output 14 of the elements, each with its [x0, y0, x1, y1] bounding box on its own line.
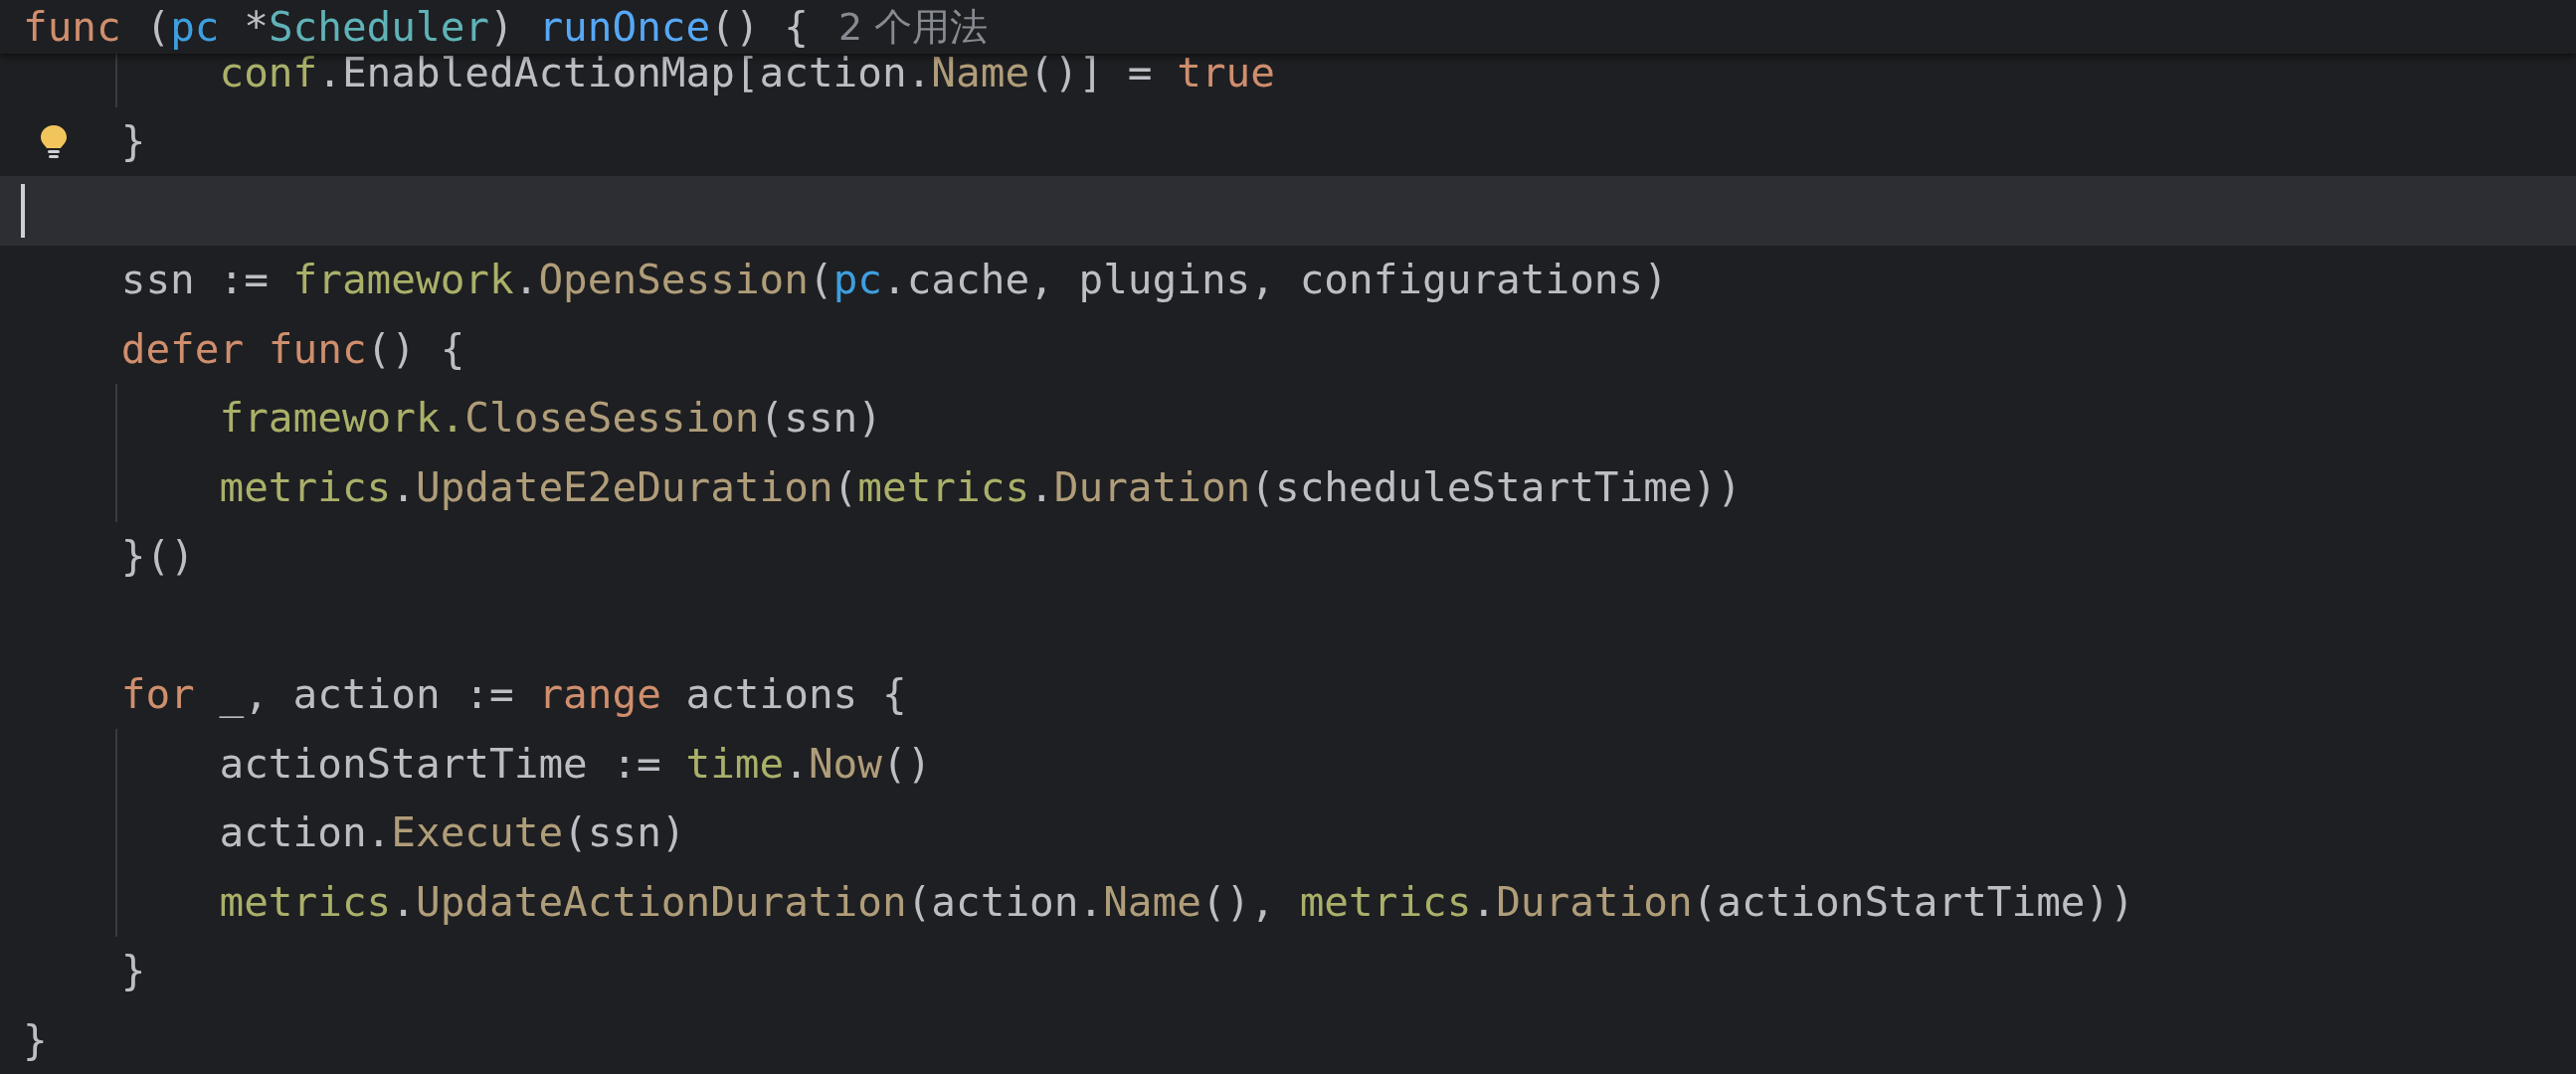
lightbulb-icon[interactable] [40, 123, 68, 160]
code-line: }() [120, 533, 195, 580]
code-line: metrics.UpdateE2eDuration(metrics.Duration(scheduleStartTime)) [219, 463, 1742, 510]
code-line: defer func() { [120, 325, 465, 372]
code-line: } [23, 1016, 48, 1063]
code-line: func (pc *Scheduler) runOnce() { [23, 2, 809, 52]
code-line: ssn := framework.OpenSession(pc.cache, plugins, configurations) [120, 257, 1668, 303]
code-line: framework.CloseSession(ssn) [219, 395, 882, 442]
code-line: metrics.UpdateActionDuration(action.Name(), metrics.Duration(actionStartTime)) [219, 878, 2134, 925]
code-line: } [120, 118, 146, 165]
code-line: actionStartTime := time.Now() [219, 740, 932, 787]
code-line: } [120, 948, 146, 994]
code-line: action.Execute(ssn) [219, 809, 686, 856]
code-line: for _, action := range actions { [120, 671, 907, 718]
